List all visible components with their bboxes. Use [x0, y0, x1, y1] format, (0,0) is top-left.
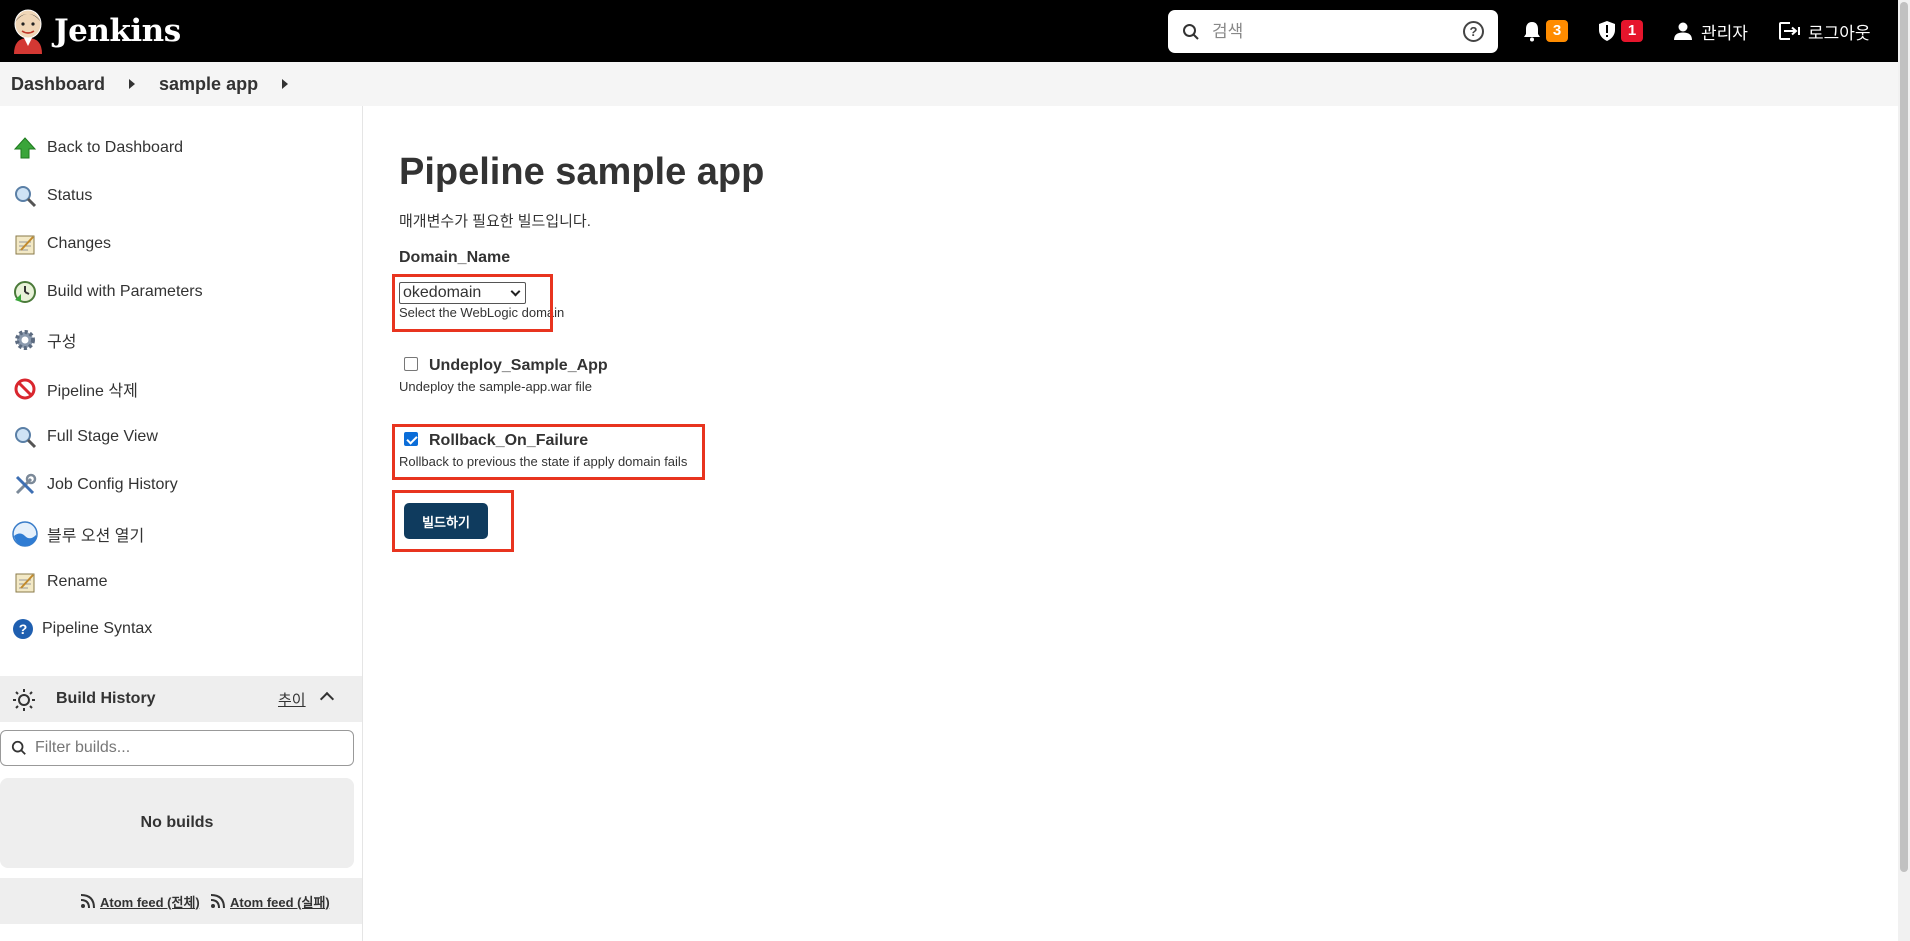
filter-builds-box[interactable] — [0, 730, 354, 766]
user-menu[interactable]: 관리자 — [1673, 0, 1748, 62]
sidebar-item-label: Status — [47, 187, 93, 204]
build-history-trend-link[interactable]: 추이 — [278, 689, 306, 710]
clock-icon — [12, 279, 38, 305]
search-box[interactable]: ? — [1168, 10, 1498, 53]
notepad-icon — [12, 231, 38, 257]
magnifier-icon — [12, 424, 38, 450]
sidebar-item-label: Pipeline Syntax — [42, 620, 153, 637]
bell-icon — [1524, 22, 1540, 42]
shield-alert-icon — [1599, 21, 1615, 41]
notifications-badge: 3 — [1546, 20, 1568, 42]
search-input[interactable] — [1212, 21, 1442, 42]
filter-builds-input[interactable] — [35, 739, 335, 757]
rss-icon — [80, 894, 95, 909]
sidebar-item-job-config-history[interactable]: Job Config History — [0, 465, 362, 505]
up-arrow-icon — [12, 135, 38, 161]
sidebar-item-label: Full Stage View — [47, 428, 158, 445]
sidebar-item-changes[interactable]: Changes — [0, 224, 362, 264]
sidebar-item-label: 구성 — [47, 334, 77, 351]
build-history-header: Build History 추이 — [0, 676, 362, 722]
no-builds-message: No builds — [0, 778, 354, 868]
chevron-up-icon[interactable] — [319, 691, 335, 707]
breadcrumb-dashboard[interactable]: Dashboard — [11, 74, 105, 95]
undeploy-sample-app-label: Undeploy_Sample_App — [429, 357, 608, 374]
jenkins-logo[interactable]: Jenkins — [10, 8, 181, 54]
rss-icon — [210, 894, 225, 909]
highlight-box — [392, 274, 553, 332]
security-badge: 1 — [1621, 20, 1643, 42]
search-help-icon[interactable]: ? — [1463, 21, 1484, 42]
svg-text:?: ? — [19, 621, 28, 637]
top-header: Jenkins ? 3 1 관리자 — [0, 0, 1898, 62]
scrollbar-thumb[interactable] — [1900, 2, 1908, 872]
atom-feeds: Atom feed (전체) Atom feed (실패) — [0, 878, 362, 924]
main-content: Pipeline sample app 매개변수가 필요한 빌드입니다. Dom… — [364, 106, 1898, 941]
notepad-icon — [12, 569, 38, 595]
sidebar-item-status[interactable]: Status — [0, 176, 362, 216]
sidebar-item-full-stage-view[interactable]: Full Stage View — [0, 417, 362, 457]
user-icon — [1674, 22, 1692, 40]
sidebar-item-label: Pipeline 삭제 — [47, 383, 138, 400]
highlight-box — [392, 424, 705, 480]
help-icon: ? — [10, 616, 36, 642]
breadcrumb-caret-icon[interactable] — [282, 79, 289, 89]
page-title: Pipeline sample app — [399, 151, 765, 193]
page-scrollbar[interactable] — [1898, 0, 1910, 941]
sidebar-item-configure[interactable]: 구성 — [0, 320, 362, 360]
atom-feed-failed-label: Atom feed (실패) — [230, 894, 330, 910]
sidebar-item-rename[interactable]: Rename — [0, 562, 362, 602]
security-button[interactable]: 1 — [1597, 0, 1643, 62]
sidebar-item-label: Rename — [47, 573, 108, 590]
notifications-button[interactable]: 3 — [1522, 0, 1568, 62]
breadcrumb-caret-icon[interactable] — [129, 79, 136, 89]
sidebar-item-label: Job Config History — [47, 476, 178, 493]
undeploy-sample-app-help: Undeploy the sample-app.war file — [399, 379, 592, 394]
logo-text: Jenkins — [54, 13, 181, 49]
user-label: 관리자 — [1701, 23, 1748, 43]
search-icon — [1183, 23, 1199, 40]
build-history-title: Build History — [56, 690, 156, 707]
atom-feed-failed-link[interactable]: Atom feed (실패) — [210, 892, 330, 911]
jenkins-butler-icon — [10, 8, 46, 54]
sidebar-item-label: 블루 오션 열기 — [47, 528, 145, 545]
sidebar-item-pipeline-syntax[interactable]: ? Pipeline Syntax — [0, 609, 362, 649]
gear-icon — [12, 327, 38, 353]
logout-icon — [1779, 21, 1802, 41]
sidebar-item-label: Build with Parameters — [47, 283, 203, 300]
search-icon — [11, 740, 26, 755]
no-entry-icon — [12, 376, 38, 402]
domain-name-label: Domain_Name — [399, 249, 511, 266]
magnifier-icon — [12, 183, 38, 209]
breadcrumb-sample-app[interactable]: sample app — [159, 74, 258, 95]
tools-icon — [12, 472, 38, 498]
blue-ocean-icon — [12, 521, 38, 547]
logout-link[interactable]: 로그아웃 — [1778, 0, 1871, 62]
highlight-box — [392, 490, 514, 552]
sidebar-item-label: Back to Dashboard — [47, 139, 184, 156]
undeploy-sample-app-checkbox[interactable] — [404, 357, 418, 371]
sidebar-item-blue-ocean[interactable]: 블루 오션 열기 — [0, 514, 362, 554]
atom-feed-all-label: Atom feed (전체) — [100, 894, 200, 910]
sidebar-item-build-with-parameters[interactable]: Build with Parameters — [0, 272, 362, 312]
page-description: 매개변수가 필요한 빌드입니다. — [399, 213, 591, 230]
breadcrumb: Dashboard sample app — [0, 62, 1898, 106]
atom-feed-all-link[interactable]: Atom feed (전체) — [80, 892, 200, 911]
build-history-icon — [12, 688, 36, 717]
logout-label: 로그아웃 — [1808, 23, 1871, 43]
sidebar-item-delete-pipeline[interactable]: Pipeline 삭제 — [0, 369, 362, 409]
sidebar-item-label: Changes — [47, 235, 112, 252]
sidebar-item-back-to-dashboard[interactable]: Back to Dashboard — [0, 128, 362, 168]
sidebar: Back to Dashboard Status Changes Build w… — [0, 106, 363, 941]
